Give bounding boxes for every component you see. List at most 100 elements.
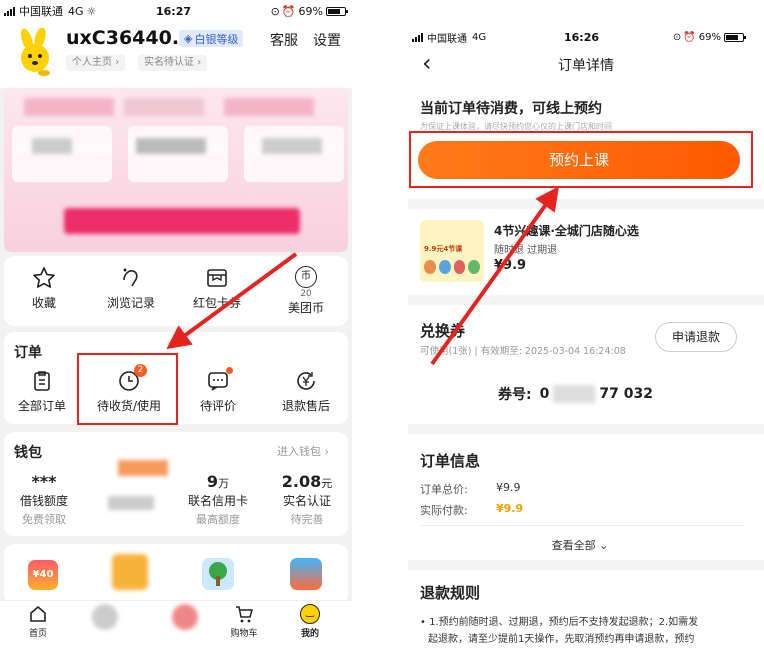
view-all-label: 查看全部 <box>551 539 596 552</box>
annotation-box-book <box>409 131 753 188</box>
verify-link[interactable]: 实名待认证 › <box>138 55 208 71</box>
enter-wallet-link[interactable]: 进入钱包 › <box>277 443 329 459</box>
coin-label: 美团币 <box>287 301 324 315</box>
home-icon <box>28 604 48 624</box>
chevron-right-icon: › <box>324 445 329 458</box>
username[interactable]: uxC36440... <box>66 27 193 49</box>
tab-home-label: 首页 <box>28 629 47 639</box>
battery-icon <box>724 32 746 42</box>
blurred-region <box>553 385 596 403</box>
wallet-title: 钱包 <box>14 445 42 461</box>
blurred-region <box>118 460 168 476</box>
favorites-label: 收藏 <box>31 296 56 310</box>
voucher-code-prefix: 0 <box>539 386 550 402</box>
homepage-label: 个人主页 <box>72 57 112 68</box>
meituan-coin-button[interactable]: 币 20 美团币 <box>280 266 332 316</box>
loan-limit-label: 借钱额度 <box>19 494 68 508</box>
status-time: 16:26 <box>564 30 600 44</box>
status-bar: 中国联通 4G ☼ 16:27 ⊙ ⏰ 69% <box>0 0 352 22</box>
order-total-label: 订单总价: <box>420 483 468 496</box>
tab3-icon[interactable] <box>172 604 198 630</box>
chevron-right-icon: › <box>115 57 120 68</box>
shield-icon: ◈ <box>184 32 193 45</box>
to-review-button[interactable]: 待评价 <box>190 367 246 414</box>
credit-card-sub: 最高额度 <box>196 513 240 526</box>
verify-reward-item[interactable]: 2.08元 实名认证 待完善 <box>274 472 340 527</box>
review-dot <box>226 367 233 374</box>
chevron-right-icon: › <box>197 57 202 68</box>
notice-title: 当前订单待消费，可线上预约 <box>420 101 602 117</box>
lock-icon: ⊙ <box>672 31 682 43</box>
orders-title: 订单 <box>14 345 42 361</box>
network-label: 4G <box>472 31 487 43</box>
right-phone-screen: 中国联通 4G 16:26 ⊙ ⏰ 69% ‹ 订单详情 当前订单待消费，可线上… <box>408 0 764 656</box>
signal-icon <box>412 32 423 42</box>
voucher-meta: 可使用(1张) | 有效期至: 2025-03-04 16:24:08 <box>420 346 626 357</box>
signal-icon <box>4 6 15 16</box>
red-packet-icon[interactable]: ¥40 <box>28 560 58 590</box>
coupon-icon <box>205 266 229 290</box>
all-orders-label: 全部订单 <box>17 399 66 413</box>
blurred-region <box>112 554 148 590</box>
history-button[interactable]: 浏览记录 <box>100 266 162 311</box>
product-tags: 随时退 过期退 <box>494 245 558 256</box>
loan-limit-item[interactable]: *** 借钱额度 免费领取 <box>14 472 74 527</box>
clipboard-icon <box>31 370 53 392</box>
coin-count: 20 <box>300 289 312 299</box>
loan-limit-value: *** <box>31 472 57 491</box>
refund-rules-line1: • 1.预约前随时退、过期退，预约后不支持发起退款；2.如需发 <box>420 617 699 628</box>
game-icon[interactable] <box>290 558 322 590</box>
refund-aftersale-button[interactable]: 退款售后 <box>276 370 336 414</box>
apply-refund-label: 申请退款 <box>671 330 720 344</box>
chat-icon <box>207 370 229 395</box>
tab-mine-label: 我的 <box>300 629 319 639</box>
chevron-down-icon: ⌄ <box>599 539 609 552</box>
order-info-title: 订单信息 <box>420 452 481 470</box>
product-thumbnail[interactable]: 9.9元4节课 <box>420 220 484 282</box>
promo-banner[interactable] <box>4 88 348 252</box>
alarm-icon: ⏰ <box>683 31 696 43</box>
status-time: 16:27 <box>156 4 192 18</box>
divider-line <box>420 525 744 526</box>
view-all-link[interactable]: 查看全部 ⌄ <box>408 537 752 553</box>
tab-home[interactable]: 首页 <box>22 604 54 639</box>
all-orders-button[interactable]: 全部订单 <box>12 370 72 414</box>
refund-rules-title: 退款规则 <box>420 584 481 602</box>
avatar[interactable] <box>14 27 56 76</box>
battery-percent: 69% <box>698 31 721 43</box>
lock-icon: ⊙ <box>270 4 280 18</box>
settings-button[interactable]: 设置 <box>313 30 341 50</box>
verify-label: 实名待认证 <box>144 57 194 68</box>
nav-title: 订单详情 <box>558 58 614 74</box>
favorites-button[interactable]: 收藏 <box>18 266 70 311</box>
voucher-code-suffix: 77 032 <box>599 386 653 402</box>
level-badge[interactable]: ◈ 白银等级 <box>179 30 244 47</box>
product-name[interactable]: 4节兴趣课·全城门店随心选 <box>494 222 639 239</box>
status-bar: 中国联通 4G 16:26 ⊙ ⏰ 69% <box>408 26 764 48</box>
network-label: 4G <box>68 4 84 18</box>
paid-value: ¥9.9 <box>496 502 524 515</box>
alarm-icon: ⏰ <box>281 4 296 18</box>
level-badge-label: 白银等级 <box>194 32 239 46</box>
section-divider <box>408 424 764 434</box>
homepage-link[interactable]: 个人主页 › <box>66 55 126 71</box>
tab2-icon[interactable] <box>92 604 118 630</box>
paid-label: 实际付款: <box>420 504 468 517</box>
tab-cart[interactable]: 购物车 <box>224 604 264 639</box>
tree-icon[interactable] <box>202 558 234 590</box>
battery-icon <box>326 6 348 16</box>
coupons-button[interactable]: 红包卡券 <box>186 266 248 311</box>
mine-icon: ‿ <box>300 604 320 624</box>
refund-aftersale-label: 退款售后 <box>281 399 330 413</box>
apply-refund-button[interactable]: 申请退款 <box>655 322 737 352</box>
product-price: ¥9.9 <box>494 258 527 273</box>
sun-icon: ☼ <box>86 4 97 18</box>
tab-mine[interactable]: ‿ 我的 <box>294 604 326 639</box>
refund-rules-line2: 起退款，请至少提前1天操作，先取消预约再申请退款，预约 <box>428 634 695 645</box>
enter-wallet-label: 进入钱包 <box>277 445 321 458</box>
verify-reward-sub: 待完善 <box>290 513 324 526</box>
cart-icon <box>234 604 254 624</box>
service-button[interactable]: 客服 <box>270 30 298 50</box>
credit-card-item[interactable]: 9万 联名信用卡 最高额度 <box>180 472 256 527</box>
refund-icon <box>295 370 317 392</box>
